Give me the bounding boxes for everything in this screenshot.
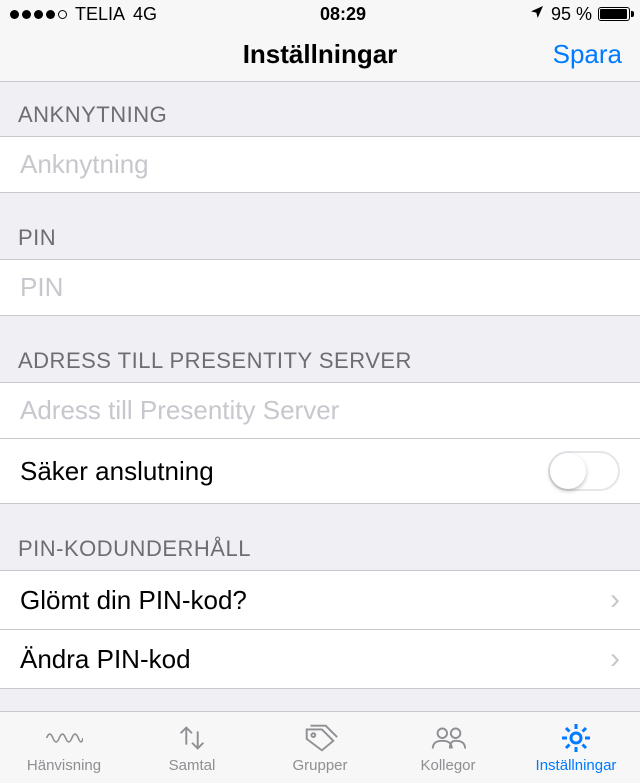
extension-input[interactable] (20, 149, 620, 180)
location-icon (529, 4, 545, 25)
secure-connection-toggle[interactable] (548, 451, 620, 491)
battery-icon (598, 7, 630, 21)
chevron-right-icon: › (610, 642, 620, 676)
section-header-pin: PIN (0, 193, 640, 259)
save-button[interactable]: Spara (553, 39, 622, 70)
extension-cell[interactable] (0, 136, 640, 193)
tab-kollegor[interactable]: Kollegor (384, 721, 512, 774)
arrows-icon (173, 721, 211, 755)
carrier-label: TELIA (75, 4, 125, 25)
server-address-input[interactable] (20, 395, 620, 426)
network-label: 4G (133, 4, 157, 25)
navigation-bar: Inställningar Spara (0, 28, 640, 82)
status-left: TELIA 4G (10, 4, 157, 25)
section-header-server: ADRESS TILL PRESENTITY SERVER (0, 316, 640, 382)
secure-connection-cell[interactable]: Säker anslutning (0, 438, 640, 504)
tab-label: Inställningar (536, 757, 617, 774)
tab-grupper[interactable]: Grupper (256, 721, 384, 774)
change-pin-row[interactable]: Ändra PIN-kod › (0, 629, 640, 689)
forgot-pin-row[interactable]: Glömt din PIN-kod? › (0, 570, 640, 629)
battery-percent: 95 % (551, 4, 592, 25)
tags-icon (301, 721, 339, 755)
tab-label: Samtal (169, 757, 216, 774)
forgot-pin-label: Glömt din PIN-kod? (20, 585, 247, 616)
tab-label: Hänvisning (27, 757, 101, 774)
section-header-pin-maintenance: PIN-KODUNDERHÅLL (0, 504, 640, 570)
status-right: 95 % (529, 4, 630, 25)
chevron-right-icon: › (610, 583, 620, 617)
tab-installningar[interactable]: Inställningar (512, 721, 640, 774)
wave-icon (45, 721, 83, 755)
page-title: Inställningar (243, 39, 398, 70)
section-header-extension: ANKNYTNING (0, 82, 640, 136)
secure-connection-label: Säker anslutning (20, 456, 214, 487)
tab-label: Kollegor (420, 757, 475, 774)
server-address-cell[interactable] (0, 382, 640, 438)
pin-cell[interactable] (0, 259, 640, 316)
clock: 08:29 (320, 4, 366, 25)
signal-strength-icon (10, 10, 67, 19)
tab-bar: Hänvisning Samtal Grupper Kollegor Instä… (0, 711, 640, 783)
change-pin-label: Ändra PIN-kod (20, 644, 191, 675)
tab-hanvisning[interactable]: Hänvisning (0, 721, 128, 774)
people-icon (429, 721, 467, 755)
tab-samtal[interactable]: Samtal (128, 721, 256, 774)
pin-input[interactable] (20, 272, 620, 303)
gear-icon (560, 721, 592, 755)
tab-label: Grupper (292, 757, 347, 774)
status-bar: TELIA 4G 08:29 95 % (0, 0, 640, 28)
